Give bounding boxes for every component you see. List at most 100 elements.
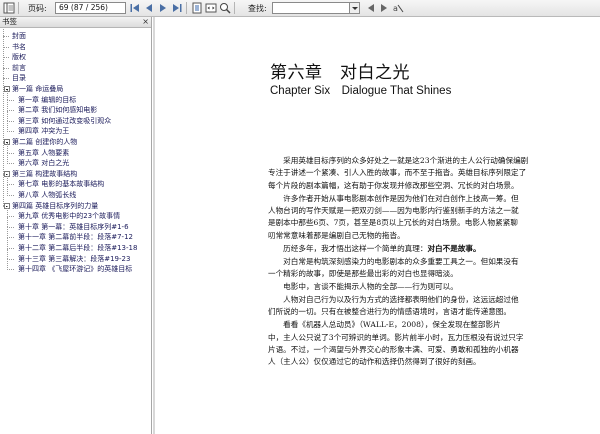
paragraph-line: 人（主人公）仅仅通过它的动作和选择仍然得到了很好的刻画。 (268, 357, 481, 367)
close-icon[interactable]: × (142, 17, 149, 27)
tree-guide-line (7, 89, 8, 101)
tree-guide-line (7, 206, 8, 217)
chapter-subtitle: Chapter Six Dialogue That Shines (270, 85, 452, 97)
bookmark-label: 第六章 对白之光 (18, 159, 70, 168)
paragraph-line: 叨常常意味着那是编剧自己无物的拖沓。 (268, 230, 405, 240)
bookmark-item[interactable]: 第四篇 英雄目标序列的力量 (0, 201, 150, 211)
tree-connector (7, 99, 14, 101)
page-input[interactable]: 69 (87 / 256) (55, 2, 126, 14)
tree-guide-line (7, 227, 8, 238)
bookmark-label: 前言 (12, 63, 26, 72)
bookmark-label: 第七章 电影的基本故事结构 (18, 180, 105, 189)
bookmark-label: 第八章 人物弧长线 (18, 191, 77, 199)
bookmark-item[interactable]: 第十二章 第二幕后半段：段落#13-18 (0, 238, 150, 253)
tree-guide-line (7, 238, 8, 249)
bookmark-item[interactable]: 第三章 如何通过改变吸引观众 (0, 110, 150, 126)
bookmark-label: 第三篇 构建故事结构 (12, 169, 78, 178)
fit-width-icon[interactable] (204, 1, 218, 15)
paragraph-line: 们所说的一切。只有在被整合进行为的情感语境时，言语才能传递意图。 (268, 307, 511, 317)
tree-connector (3, 46, 9, 48)
body-paragraph: 对白常是构筑深刻感染力的电影剧本的众多重要工具之一。但如果没有 一个精彩的故事，即… (268, 256, 593, 281)
bookmark-label: 第十四章 《飞屋环游记》的英雄目标 (18, 265, 133, 274)
bookmark-label: 第十二章 第二幕后半段：段落#13-18 (18, 244, 138, 252)
search-dropdown-button[interactable] (350, 2, 360, 14)
chapter-title: 第六章 对白之光 (270, 63, 410, 83)
tree-guide-line (7, 185, 8, 196)
tree-connector (7, 163, 14, 165)
bookmark-item[interactable]: 第三篇 构建故事结构 (0, 169, 150, 179)
bookmark-item[interactable]: 第二章 我们如何感知电影 (0, 100, 150, 115)
fit-page-icon[interactable] (190, 1, 204, 15)
tree-connector (7, 120, 14, 122)
tree-connector (3, 57, 9, 59)
bookmark-item[interactable]: 第十一章 第二幕前半段：段落#7-12 (0, 227, 150, 242)
bookmark-label: 版权 (12, 53, 26, 62)
bookmark-label: 第十一章 第二幕前半段：段落#7-12 (18, 233, 133, 242)
bookmark-item[interactable]: 第十三章 第三幕解决：段落#19-23 (0, 248, 150, 264)
tree-connector (3, 67, 9, 69)
tree-guide-line (7, 174, 8, 185)
bookmark-label: 目录 (12, 74, 26, 83)
search-label: 查找: (248, 4, 267, 13)
bookmark-item[interactable]: 前言 (0, 63, 150, 73)
bookmark-item[interactable]: 第六章 对白之光 (0, 153, 150, 168)
bookmark-label: 第十章 第一幕：英雄目标序列#1-6 (18, 222, 129, 231)
zoom-icon[interactable] (218, 1, 232, 15)
bookmark-label: 第四章 冲突为王 (18, 127, 70, 136)
bookmark-item[interactable]: 第十章 第一幕：英雄目标序列#1-6 (0, 216, 150, 232)
bookmark-item[interactable]: 第四章 冲突为王 (0, 121, 150, 136)
search-input[interactable] (272, 2, 350, 14)
bookmark-item[interactable]: 第一篇 命运叠局 (0, 84, 150, 94)
bookmark-item[interactable]: 版权 (0, 52, 150, 62)
tree-guide-line (7, 142, 8, 154)
find-prev-icon[interactable] (364, 1, 378, 15)
first-page-icon[interactable] (128, 1, 142, 15)
bookmark-label: 第二章 我们如何感知电影 (18, 106, 98, 115)
paragraph-line: 每个片段的剧本篇幅，这有助于你发现并修改那些空洞、冗长的对白场景。 (268, 180, 519, 190)
sidebar-toggle-icon[interactable] (2, 1, 16, 15)
tree-connector (7, 216, 14, 218)
tree-connector (7, 184, 14, 186)
bookmark-item[interactable]: 第二篇 创建你的人物 (0, 137, 150, 147)
bookmark-item[interactable]: 封面 (0, 31, 150, 41)
tree-connector (7, 195, 14, 196)
paragraph-line: 专注于讲述一个紧凑、引人入胜的故事，而不至于拖沓。英雄目标序列限定了 (268, 168, 527, 178)
tree-guide-line (7, 110, 8, 122)
prev-page-icon[interactable] (142, 1, 156, 15)
tree-connector (7, 248, 14, 249)
paragraph-line: 是剧本中那些6页、7页，甚至是8页以上冗长的对白场景。电影人物紧紧聊 (268, 218, 518, 228)
bookmark-item[interactable]: 第九章 优秀电影中的23个故事情 (0, 206, 150, 221)
next-page-icon[interactable] (156, 1, 170, 15)
paragraph-line: 人物对自己行为以及行为方式的选择都表明他们的身份，这远远超过他 (268, 294, 519, 304)
bookmark-item[interactable]: 第七章 电影的基本故事结构 (0, 174, 150, 189)
paragraph-line: 人物台词的写作天赋是一把双刃剑——因为电影内行鉴别新手的方法之一就 (268, 206, 519, 216)
sidebar-header: 书签 × (0, 17, 151, 28)
tree-connector (7, 226, 14, 228)
paragraph-line: 电影中，言谈不能揭示人物的全部——行为则可以。 (268, 282, 458, 291)
bookmark-item[interactable]: 第五章 人物要素 (0, 142, 150, 158)
page-edge (153, 17, 155, 434)
bookmark-item[interactable]: 第十四章 《飞屋环游记》的英雄目标 (0, 259, 150, 274)
bookmark-label: 第五章 人物要素 (18, 148, 70, 157)
last-page-icon[interactable] (170, 1, 184, 15)
emphasis-text: 对白不是故事。 (427, 243, 481, 253)
bookmark-item[interactable]: 目录 (0, 73, 150, 83)
body-paragraph: 许多作者开始从事电影剧本创作是因为他们在对白创作上技高一筹。但 人物台词的写作天赋… (268, 193, 593, 243)
body-paragraph: 采用英雄目标序列的众多好处之一就是这23个渐进的主人公行动确保编剧 专注于讲述一个… (268, 155, 593, 192)
match-case-icon[interactable]: a (391, 1, 405, 15)
bookmark-item[interactable]: 第八章 人物弧长线 (0, 185, 150, 200)
paragraph-line: 一个精彩的故事，即使是那些最出彩的对白也显得暗淡。 (268, 269, 458, 279)
bookmark-item[interactable]: 书名 (0, 42, 150, 52)
bookmark-label: 第十三章 第三幕解决：段落#19-23 (18, 254, 131, 263)
body-paragraph: 历经多年，我才悟出这样一个简单的真理：对白不是故事。 (268, 243, 593, 255)
find-next-icon[interactable] (377, 1, 391, 15)
bookmark-item[interactable]: 第一章 编辑的目标 (0, 89, 150, 105)
paragraph-line: 采用英雄目标序列的众多好处之一就是这23个渐进的主人公行动确保编剧 (268, 156, 529, 165)
tree-connector (7, 152, 14, 154)
paragraph-line: 历经多年，我才悟出这样一个简单的真理：对白不是故事。 (268, 243, 481, 253)
tree-guide-line (7, 216, 8, 228)
bookmark-tree: 封面 书名 版权 前言 目录 第一篇 命运叠局 第一章 编辑的目标 第二章 我们如何感知电影第… (0, 29, 150, 433)
bookmark-label: 第三章 如何通过改变吸引观众 (18, 116, 112, 125)
tree-connector (7, 258, 14, 260)
body-paragraph: 人物对自己行为以及行为方式的选择都表明他们的身份，这远远超过他 们所说的一切。只有… (268, 294, 593, 319)
